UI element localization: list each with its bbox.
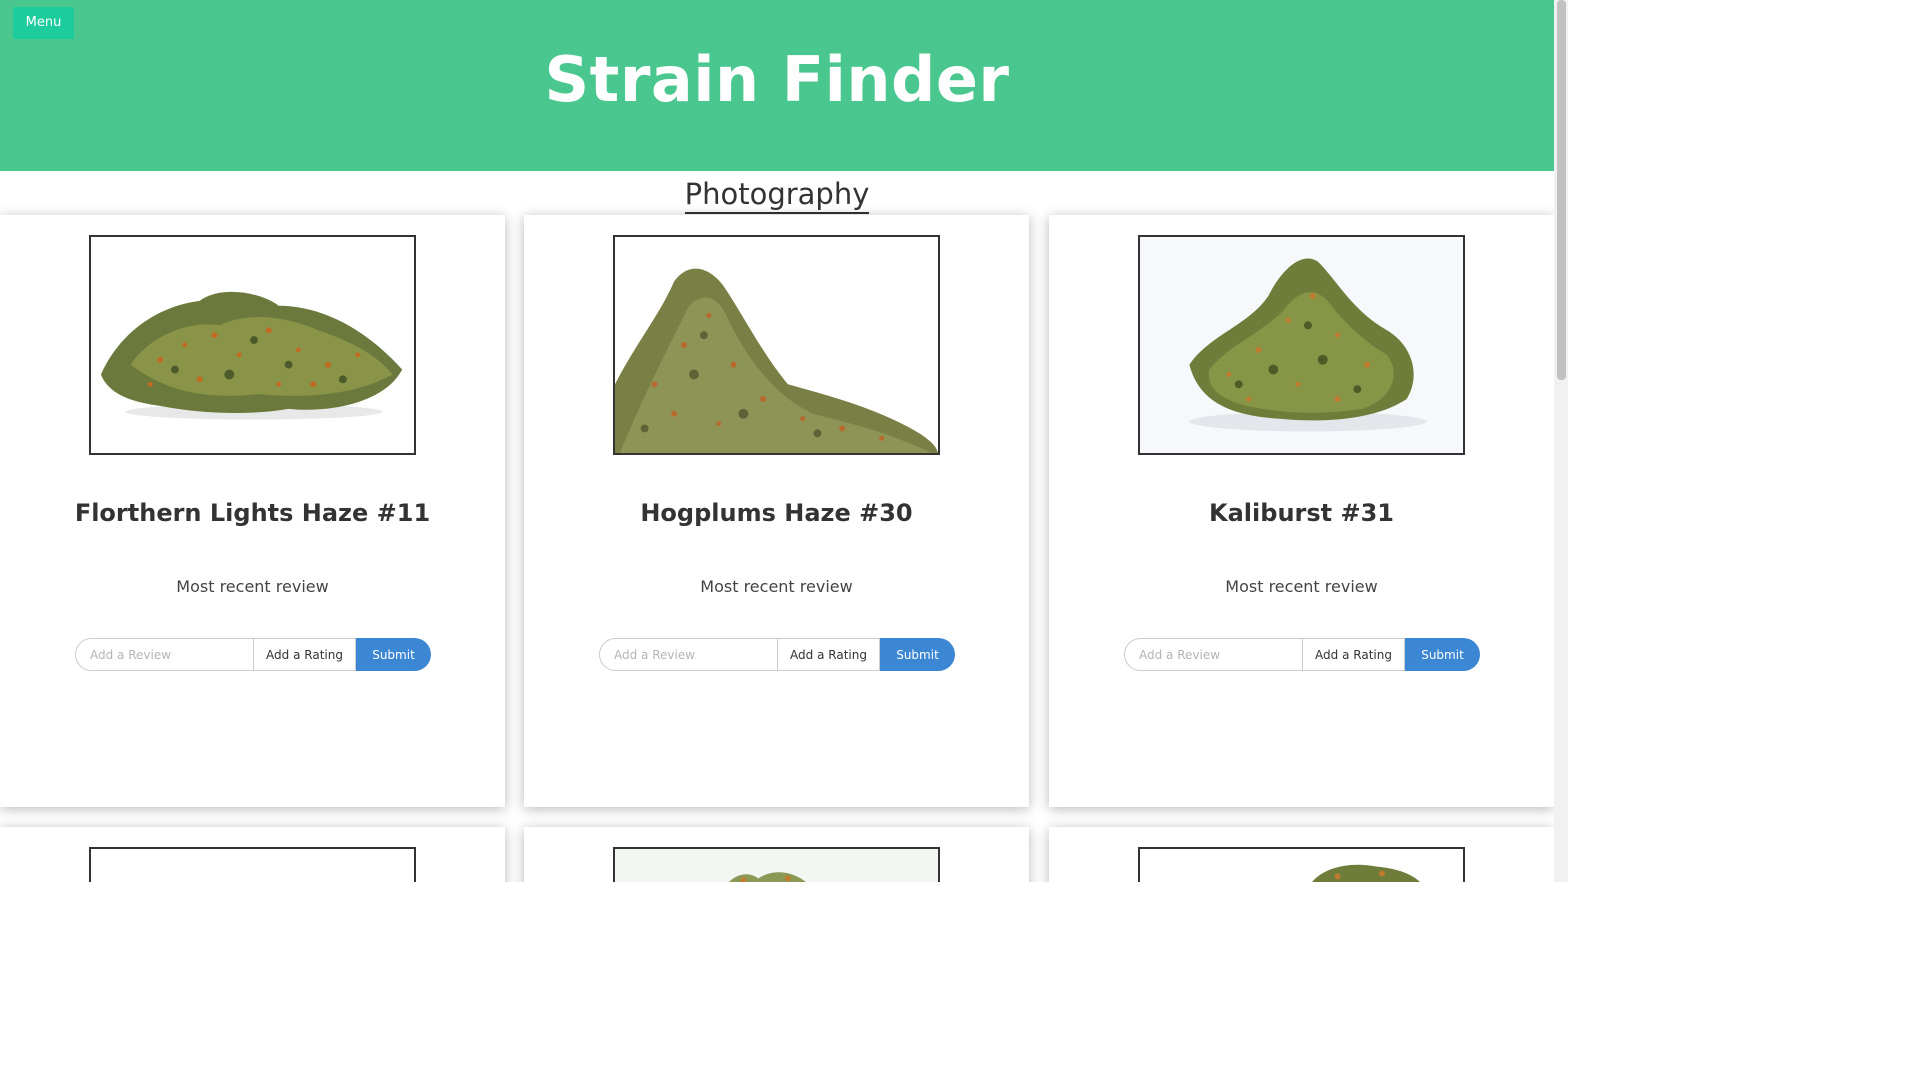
most-recent-review-label: Most recent review [700, 577, 853, 596]
strain-photo [1138, 847, 1465, 882]
strain-photo [613, 847, 940, 882]
review-form: Add a Rating Submit [1124, 638, 1480, 671]
site-header: Menu Strain Finder [0, 0, 1554, 171]
strain-photo [613, 235, 940, 455]
strain-photo [89, 235, 416, 455]
scrollbar-thumb[interactable] [1557, 0, 1566, 380]
review-form: Add a Rating Submit [599, 638, 955, 671]
page: Menu Strain Finder Photography Florthern… [0, 0, 1568, 882]
strain-card: Kaliburst #31 Most recent review Add a R… [1049, 215, 1554, 807]
submit-button[interactable]: Submit [1405, 638, 1480, 671]
add-rating-button[interactable]: Add a Rating [777, 638, 880, 671]
strain-card [1049, 827, 1554, 882]
strain-card [524, 827, 1029, 882]
most-recent-review-label: Most recent review [176, 577, 329, 596]
strain-card: Hogplums Haze #30 Most recent review Add… [524, 215, 1029, 807]
vertical-scrollbar[interactable] [1554, 0, 1568, 882]
menu-button[interactable]: Menu [13, 7, 74, 39]
strain-photo [1138, 235, 1465, 455]
strain-name: Florthern Lights Haze #11 [74, 499, 431, 527]
strain-name: Hogplums Haze #30 [640, 499, 913, 527]
add-rating-button[interactable]: Add a Rating [253, 638, 356, 671]
submit-button[interactable]: Submit [356, 638, 431, 671]
submit-button[interactable]: Submit [880, 638, 955, 671]
section-title: Photography [684, 176, 870, 214]
review-input[interactable] [1124, 638, 1302, 671]
review-input[interactable] [599, 638, 777, 671]
strain-card [0, 827, 505, 882]
section-heading: Photography [0, 176, 1554, 214]
site-title: Strain Finder [544, 43, 1010, 116]
strain-card: Florthern Lights Haze #11 Most recent re… [0, 215, 505, 807]
review-form: Add a Rating Submit [75, 638, 431, 671]
most-recent-review-label: Most recent review [1225, 577, 1378, 596]
strain-photo [89, 847, 416, 882]
review-input[interactable] [75, 638, 253, 671]
add-rating-button[interactable]: Add a Rating [1302, 638, 1405, 671]
strain-name: Kaliburst #31 [1209, 499, 1394, 527]
